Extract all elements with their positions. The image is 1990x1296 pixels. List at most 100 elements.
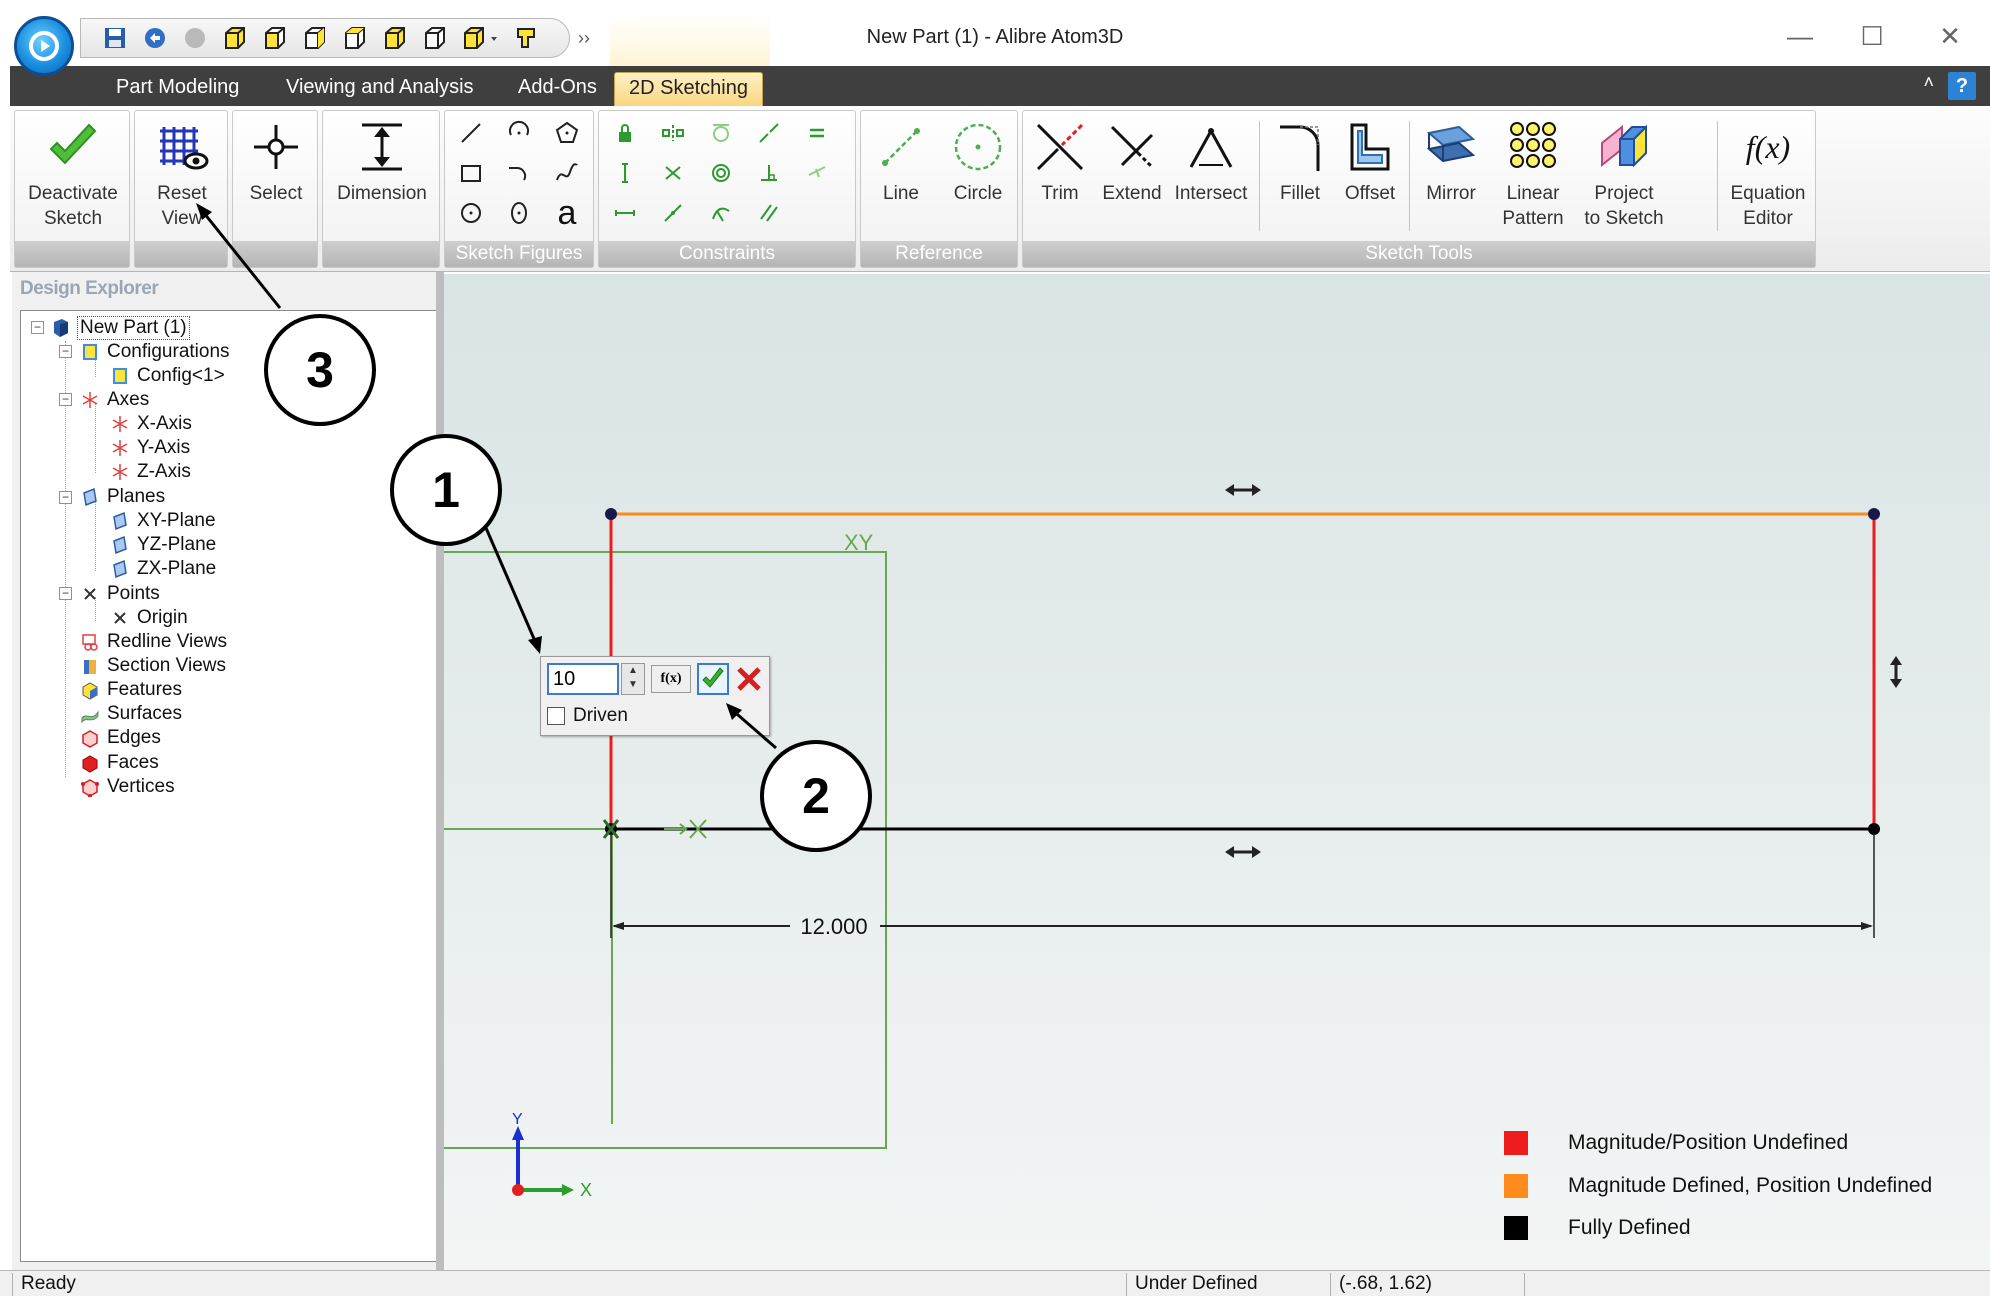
sketch-vertex[interactable] <box>1868 508 1880 520</box>
perpendicular-constraint-icon[interactable] <box>745 153 793 193</box>
box-icon[interactable] <box>379 23 411 53</box>
expander-new-part[interactable]: − <box>31 321 44 334</box>
tab-viewing-and-analysis[interactable]: Viewing and Analysis <box>272 72 488 106</box>
reference-circle-icon <box>948 115 1008 179</box>
rectangle-icon[interactable] <box>447 153 495 193</box>
box-dropdown-icon[interactable] <box>459 23 503 53</box>
circle-tool-icon[interactable] <box>447 193 495 233</box>
dimension-button[interactable]: Dimension <box>323 115 441 206</box>
horizontal-move-icon[interactable] <box>1225 846 1261 858</box>
sketch-vertex[interactable] <box>605 508 617 520</box>
accept-dimension-button[interactable] <box>697 663 729 695</box>
sketch-canvas[interactable]: XY 12.000 Y X <box>444 274 1990 1270</box>
extend-button[interactable]: Extend <box>1095 115 1169 206</box>
explorer-splitter[interactable] <box>436 272 444 1270</box>
dimension-value-input[interactable] <box>547 663 619 695</box>
sketch-vertex[interactable] <box>1868 823 1880 835</box>
equal-constraint-icon[interactable] <box>793 113 841 153</box>
intersect-button[interactable]: Intersect <box>1169 115 1253 206</box>
trim-button[interactable]: Trim <box>1027 115 1093 206</box>
ellipse-tool-icon[interactable] <box>495 193 543 233</box>
tree-label: Axes <box>107 389 150 410</box>
reset-label-2: View <box>161 208 203 229</box>
box-icon[interactable] <box>299 23 331 53</box>
box-icon[interactable] <box>219 23 251 53</box>
mirror-button[interactable]: Mirror <box>1415 115 1487 206</box>
arc-tangent-icon[interactable] <box>495 153 543 193</box>
tab-add-ons[interactable]: Add-Ons <box>504 72 611 106</box>
deactivate-label-2: Sketch <box>43 208 103 229</box>
reference-line-button[interactable]: Line <box>865 115 937 206</box>
redo-icon[interactable] <box>179 23 211 53</box>
expander-configurations[interactable]: − <box>59 345 72 358</box>
undo-icon[interactable] <box>139 23 171 53</box>
plane-icon <box>109 510 131 532</box>
fillet-button[interactable]: Fillet <box>1267 115 1333 206</box>
project-to-sketch-button[interactable]: Project to Sketch <box>1579 115 1669 231</box>
pointer-icon[interactable] <box>511 23 543 53</box>
close-icon[interactable]: ✕ <box>1920 16 1980 56</box>
linear-pattern-button[interactable]: Linear Pattern <box>1487 115 1579 231</box>
vertical-move-icon[interactable] <box>1890 656 1902 688</box>
horizontal-move-icon[interactable] <box>1225 484 1261 496</box>
box-icon[interactable] <box>259 23 291 53</box>
expander-points[interactable]: − <box>59 587 72 600</box>
tab-part-modeling[interactable]: Part Modeling <box>102 72 253 106</box>
tree-node-vertices[interactable]: Vertices <box>79 772 175 802</box>
dimension-spinner[interactable]: ▲ ▼ <box>621 663 645 695</box>
intersect-constraint-icon[interactable] <box>649 153 697 193</box>
equation-editor-button[interactable]: f(x) Equation Editor <box>1723 115 1813 231</box>
tree-line <box>65 341 66 777</box>
plane-icon <box>109 558 131 580</box>
lock-constraint-icon[interactable] <box>601 113 649 153</box>
minimize-icon[interactable]: — <box>1770 16 1830 56</box>
toolbar-overflow-icon[interactable]: ›› <box>578 28 590 49</box>
midpoint-constraint-icon[interactable] <box>793 153 841 193</box>
group-reset-view: Reset View <box>134 110 228 268</box>
parallel-constraint-icon[interactable] <box>745 193 793 233</box>
offset-icon <box>1340 115 1400 179</box>
box-icon[interactable] <box>339 23 371 53</box>
sketch-viewport[interactable]: XY 12.000 Y X <box>444 274 1990 1270</box>
tangent-constraint-icon[interactable] <box>697 113 745 153</box>
axis-icon <box>109 437 131 459</box>
line-tool-icon[interactable] <box>447 113 495 153</box>
save-icon[interactable] <box>99 23 131 53</box>
offset-button[interactable]: Offset <box>1335 115 1405 206</box>
equation-button[interactable]: f(x) <box>651 665 691 693</box>
driven-checkbox[interactable] <box>547 707 565 725</box>
status-bar: Ready Under Defined (-.68, 1.62) <box>0 1270 1990 1296</box>
legend-swatch <box>1504 1216 1528 1240</box>
ribbon-collapse-icon[interactable]: ˄ <box>1923 72 1934 93</box>
design-explorer-title: Design Explorer <box>20 278 159 299</box>
callout-3: 3 <box>264 314 376 426</box>
ribbon: Deactivate Sketch Reset View Select Dime… <box>10 106 1990 272</box>
expander-axes[interactable]: − <box>59 393 72 406</box>
vertical-constraint-icon[interactable] <box>601 153 649 193</box>
box-icon[interactable] <box>419 23 451 53</box>
reference-circle-button[interactable]: Circle <box>941 115 1015 206</box>
arc-center-icon[interactable] <box>495 113 543 153</box>
maximize-icon[interactable]: ☐ <box>1842 16 1902 56</box>
deactivate-sketch-button[interactable]: Deactivate Sketch <box>15 115 131 231</box>
symmetric-constraint-icon[interactable] <box>649 113 697 153</box>
reset-view-button[interactable]: Reset View <box>135 115 229 231</box>
horizontal-constraint-icon[interactable] <box>601 193 649 233</box>
coincident-constraint-icon[interactable] <box>649 193 697 233</box>
dimension-value-text[interactable]: 12.000 <box>800 914 867 939</box>
concentric-constraint-icon[interactable] <box>697 153 745 193</box>
spline-icon[interactable] <box>543 153 591 193</box>
polygon-icon[interactable] <box>543 113 591 153</box>
text-tool-icon[interactable]: a <box>543 193 591 233</box>
point-on-curve-constraint-icon[interactable] <box>697 193 745 233</box>
expander-planes[interactable]: − <box>59 491 72 504</box>
points-icon <box>79 583 101 605</box>
application-menu-button[interactable] <box>14 16 74 76</box>
cancel-dimension-button[interactable] <box>733 663 765 695</box>
legend-label: Magnitude Defined, Position Undefined <box>1568 1174 1933 1197</box>
collinear-constraint-icon[interactable] <box>745 113 793 153</box>
help-icon[interactable]: ? <box>1948 72 1976 100</box>
select-button[interactable]: Select <box>233 115 319 206</box>
group-label-reset <box>135 241 227 267</box>
tab-2d-sketching[interactable]: 2D Sketching <box>614 72 763 106</box>
